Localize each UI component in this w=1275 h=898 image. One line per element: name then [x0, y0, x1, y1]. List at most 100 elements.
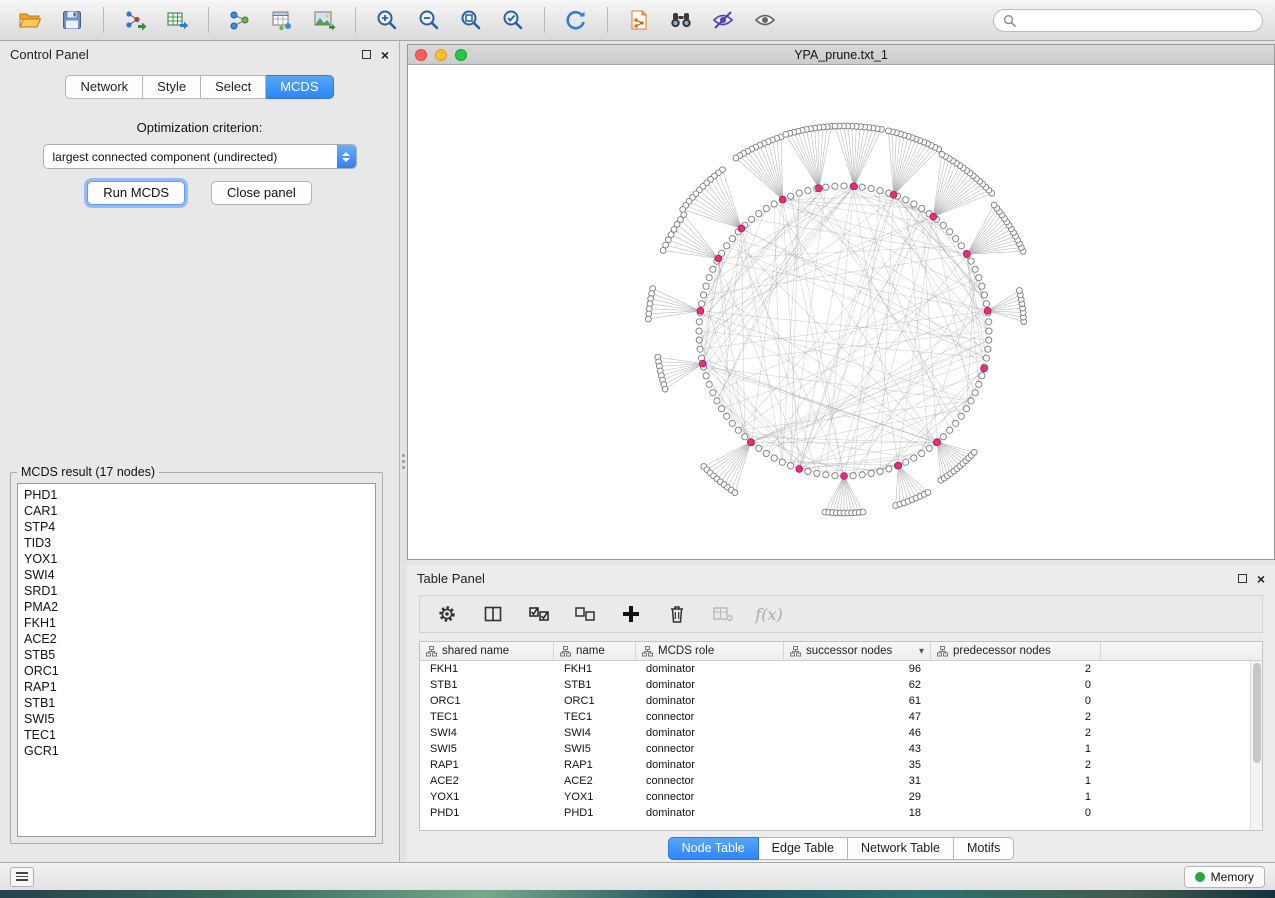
graph-node[interactable] — [860, 509, 866, 515]
zoom-selected-button[interactable] — [495, 4, 531, 36]
panel-splitter[interactable] — [400, 448, 407, 474]
table-cell[interactable]: RAP1 — [554, 759, 636, 771]
mcds-result-item[interactable]: STB1 — [24, 695, 369, 711]
table-cell[interactable]: dominator — [636, 759, 784, 771]
hide-selected-button[interactable] — [705, 4, 741, 36]
graph-node[interactable] — [953, 420, 959, 426]
table-cell[interactable]: SWI5 — [554, 743, 636, 755]
dominator-node[interactable] — [890, 191, 897, 198]
graph-node[interactable] — [714, 398, 720, 404]
add-column-button[interactable] — [618, 601, 644, 627]
graph-node[interactable] — [859, 184, 865, 190]
graph-node[interactable] — [645, 316, 651, 322]
table-cell[interactable]: 62 — [784, 679, 931, 691]
delete-column-button[interactable] — [664, 601, 690, 627]
table-row[interactable]: PHD1PHD1dominator180 — [420, 805, 1250, 821]
graph-node[interactable] — [868, 470, 874, 476]
zoom-in-button[interactable] — [369, 4, 405, 36]
table-row[interactable]: STB1STB1dominator620 — [420, 677, 1250, 693]
table-cell[interactable]: 2 — [931, 759, 1101, 771]
table-cell[interactable]: 1 — [931, 743, 1101, 755]
dominator-node[interactable] — [895, 462, 902, 469]
graph-node[interactable] — [877, 187, 883, 193]
mcds-result-item[interactable]: STB5 — [24, 647, 369, 663]
graph-node[interactable] — [925, 490, 931, 496]
column-header-predecessor-nodes[interactable]: predecessor nodes — [931, 642, 1101, 660]
graph-node[interactable] — [735, 427, 741, 433]
graph-node[interactable] — [756, 445, 762, 451]
graph-node[interactable] — [939, 151, 945, 157]
mcds-result-item[interactable]: GCR1 — [24, 743, 369, 759]
dominator-node[interactable] — [715, 255, 722, 262]
mcds-result-item[interactable]: STP4 — [24, 519, 369, 535]
graph-node[interactable] — [724, 413, 730, 419]
network-graph[interactable] — [408, 65, 1274, 559]
table-cell[interactable]: 2 — [931, 711, 1101, 723]
table-cell[interactable]: 31 — [784, 775, 931, 787]
select-all-rows-button[interactable] — [526, 601, 552, 627]
graph-node[interactable] — [979, 373, 985, 379]
tab-style[interactable]: Style — [143, 75, 201, 99]
status-menu-button[interactable] — [10, 867, 34, 887]
graph-node[interactable] — [979, 283, 985, 289]
network-window-titlebar[interactable]: YPA_prune.txt_1 — [408, 45, 1274, 65]
dominator-node[interactable] — [930, 213, 937, 220]
graph-node[interactable] — [763, 205, 769, 211]
table-scrollbar[interactable] — [1250, 661, 1262, 830]
dominator-node[interactable] — [796, 466, 803, 473]
float-table-panel-icon[interactable] — [1238, 574, 1247, 583]
table-cell[interactable]: dominator — [636, 679, 784, 691]
graph-node[interactable] — [940, 434, 946, 440]
table-row[interactable]: TEC1TEC1connector472 — [420, 709, 1250, 725]
table-cell[interactable]: 47 — [784, 711, 931, 723]
search-field[interactable] — [993, 9, 1263, 32]
graph-node[interactable] — [1016, 288, 1022, 294]
graph-node[interactable] — [985, 346, 991, 352]
table-cell[interactable]: TEC1 — [420, 711, 554, 723]
graph-node[interactable] — [805, 468, 811, 474]
graph-node[interactable] — [991, 202, 997, 208]
table-cell[interactable]: 0 — [931, 679, 1101, 691]
show-all-button[interactable] — [747, 4, 783, 36]
optimization-criterion-select[interactable]: largest connected component (undirected) — [43, 144, 357, 169]
mcds-result-item[interactable]: PMA2 — [24, 599, 369, 615]
graph-node[interactable] — [696, 328, 702, 334]
graph-node[interactable] — [885, 128, 891, 134]
graph-node[interactable] — [986, 328, 992, 334]
mcds-result-item[interactable]: PHD1 — [24, 487, 369, 503]
table-cell[interactable]: 43 — [784, 743, 931, 755]
column-header-successor-nodes[interactable]: successor nodes ▾ — [784, 642, 931, 660]
mcds-result-list[interactable]: PHD1CAR1STP4TID3YOX1SWI4SRD1PMA2FKH1ACE2… — [17, 483, 376, 837]
dominator-node[interactable] — [815, 185, 822, 192]
graph-node[interactable] — [986, 319, 992, 325]
mcds-result-item[interactable]: CAR1 — [24, 503, 369, 519]
table-row[interactable]: ACE2ACE2connector311 — [420, 773, 1250, 789]
table-row[interactable]: FKH1FKH1dominator962 — [420, 661, 1250, 677]
memory-button[interactable]: Memory — [1184, 866, 1265, 888]
table-cell[interactable]: 1 — [931, 791, 1101, 803]
maximize-traffic-light-icon[interactable] — [455, 49, 467, 61]
dominator-node[interactable] — [964, 251, 971, 258]
tab-select[interactable]: Select — [201, 75, 266, 99]
graph-node[interactable] — [911, 455, 917, 461]
table-cell[interactable]: FKH1 — [420, 663, 554, 675]
close-panel-button[interactable]: Close panel — [211, 181, 312, 205]
mcds-result-item[interactable]: YOX1 — [24, 551, 369, 567]
graph-node[interactable] — [832, 123, 838, 129]
mcds-result-item[interactable]: FKH1 — [24, 615, 369, 631]
graph-node[interactable] — [968, 258, 974, 264]
graph-node[interactable] — [729, 420, 735, 426]
graph-node[interactable] — [947, 427, 953, 433]
graph-node[interactable] — [783, 132, 789, 138]
show-columns-button[interactable] — [480, 601, 506, 627]
graph-node[interactable] — [805, 187, 811, 193]
graph-node[interactable] — [763, 450, 769, 456]
column-header-name[interactable]: name — [554, 642, 636, 660]
import-network-button[interactable] — [117, 4, 153, 36]
table-cell[interactable]: dominator — [636, 807, 784, 819]
graph-node[interactable] — [788, 193, 794, 199]
graph-node[interactable] — [703, 373, 709, 379]
graph-node[interactable] — [823, 184, 829, 190]
tab-motifs[interactable]: Motifs — [954, 837, 1014, 860]
graph-node[interactable] — [732, 490, 738, 496]
